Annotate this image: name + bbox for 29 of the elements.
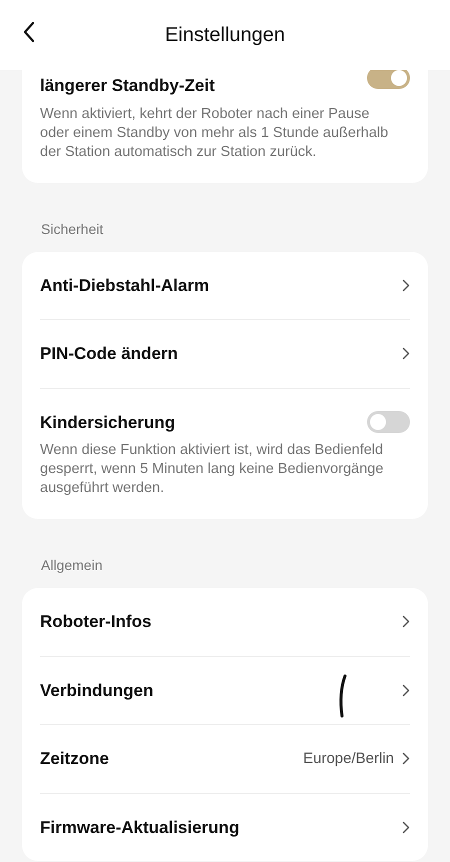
settings-row[interactable]: PIN-Code ändern (40, 320, 410, 388)
chevron-icon (402, 278, 410, 292)
settings-row[interactable]: Roboter-Infos (40, 588, 410, 656)
settings-row[interactable]: Anti-Diebstahl-Alarm (40, 252, 410, 320)
toggle-switch[interactable] (367, 70, 410, 89)
toggle-switch[interactable] (367, 411, 410, 434)
setting-title: Kindersicherung (40, 412, 176, 434)
chevron-icon (402, 684, 410, 697)
back-button[interactable] (22, 20, 36, 44)
setting-description: Wenn diese Funktion aktiviert ist, wird das Bedienfeld gesperrt, wenn 5 Minuten lang keine Bedienvorgänge ausgeführt werden. (40, 441, 384, 498)
setting-title: längerer Standby-Zeit (40, 75, 215, 97)
setting-description: Wenn aktiviert, kehrt der Roboter nach einer Pause oder einem Standby von mehr als 1 Stunde außerhalb der Station automatisch zur Station zurück. (40, 104, 390, 162)
section-label: Sicherheit (41, 220, 104, 238)
setting-title: Anti-Diebstahl-Alarm (40, 274, 210, 296)
setting-title: Verbindungen (40, 680, 154, 702)
chevron-icon (402, 752, 410, 766)
section-label: Allgemein (41, 556, 104, 575)
page-title: Einstellungen (164, 23, 286, 48)
settings-row[interactable]: Firmware-Aktualisierung (40, 794, 410, 861)
chevron-icon (402, 615, 410, 628)
settings-row[interactable]: Zeitzone Europe/Berlin (40, 725, 410, 794)
setting-title: Zeitzone (40, 748, 109, 770)
chevron-icon (402, 820, 410, 834)
setting-value: Europe/Berlin (303, 748, 394, 768)
setting-title: Roboter-Infos (40, 611, 152, 633)
setting-title: PIN-Code ändern (40, 343, 178, 365)
settings-row[interactable]: Verbindungen (40, 656, 410, 725)
chevron-icon (402, 347, 410, 360)
setting-title: Firmware-Aktualisierung (40, 816, 240, 839)
